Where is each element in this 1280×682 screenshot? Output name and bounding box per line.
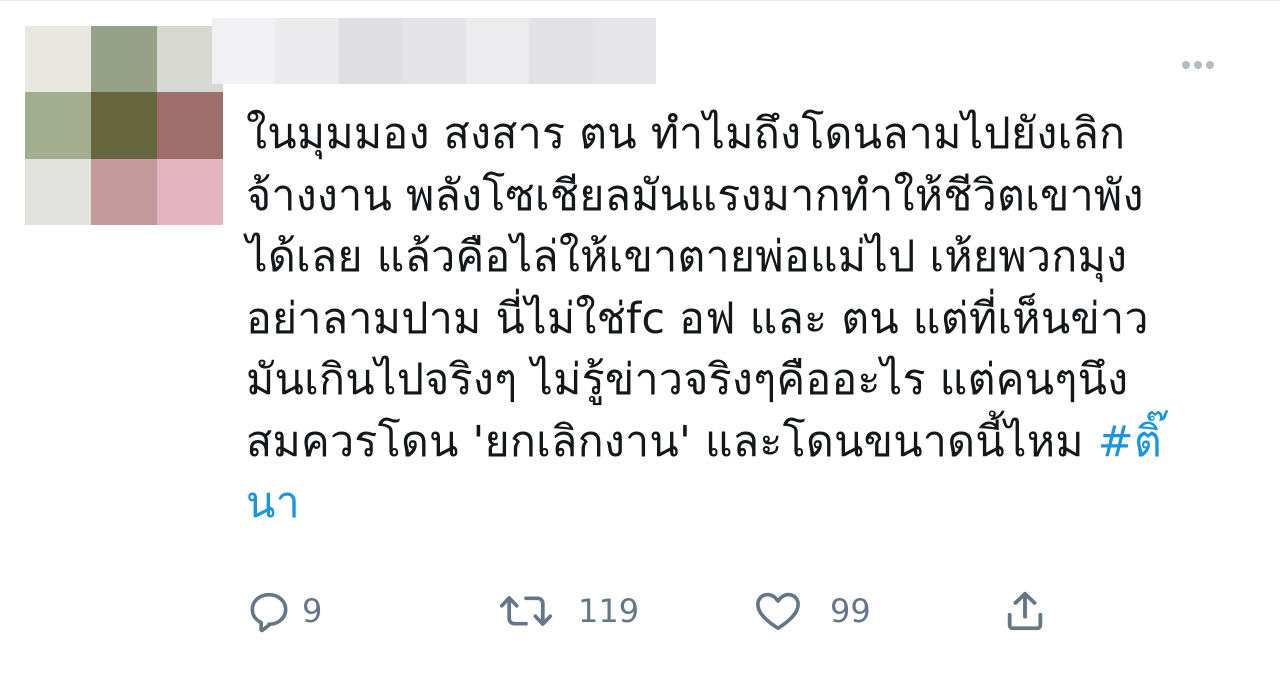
hashtag-link-continued[interactable]: นา — [246, 478, 300, 528]
blurred-user-name[interactable] — [212, 18, 656, 84]
tweet-text-line: นา — [246, 473, 1236, 535]
name-blur-block — [402, 18, 466, 84]
tweet-text-line: ได้เลย แล้วคือไล่ให้เขาตายพ่อแม่ไป เห้ยพ… — [246, 232, 1128, 282]
avatar-pixel — [91, 92, 157, 159]
tweet-text-segment: สมควรโดน 'ยกเลิกงาน' และโดนขนาดนี้ไหม — [246, 416, 1098, 467]
name-blur-block — [275, 18, 339, 84]
name-blur-block — [529, 18, 593, 84]
retweet-count: 119 — [578, 592, 640, 630]
avatar-pixel — [91, 26, 157, 92]
tweet-text: ในมุมมอง สงสาร ตน ทำไมถึงโดนลามไปยังเลิก… — [246, 104, 1236, 535]
tweet-actions: 9 119 99 — [246, 586, 1066, 636]
like-count: 99 — [830, 592, 871, 630]
more-horizontal-icon — [1194, 61, 1202, 69]
tweet-text-line: มันเกินไปจริงๆ ไม่รู้ข่าวจริงๆคืออะไร แต… — [246, 355, 1129, 405]
like-button[interactable]: 99 — [752, 586, 871, 636]
more-horizontal-icon — [1182, 61, 1190, 69]
avatar-pixel — [25, 92, 91, 159]
avatar-pixel — [25, 159, 91, 225]
tweet-text-line: จ้างงาน พลังโซเชียลมันแรงมากทำให้ชีวิตเข… — [246, 170, 1144, 221]
more-horizontal-icon — [1206, 61, 1214, 69]
share-icon — [1002, 586, 1058, 636]
heart-icon — [752, 586, 808, 636]
reply-count: 9 — [302, 592, 323, 630]
name-blur-block — [212, 18, 276, 84]
hashtag-link[interactable]: #ติ๊ — [1098, 417, 1162, 467]
avatar-pixel — [91, 159, 157, 225]
name-blur-block — [465, 18, 530, 84]
tweet-text-line-with-hashtag: สมควรโดน 'ยกเลิกงาน' และโดนขนาดนี้ไหม #ต… — [246, 412, 1236, 474]
reply-button[interactable]: 9 — [246, 586, 322, 636]
name-blur-block — [338, 18, 403, 84]
tweet-text-line: อย่าลามปาม นี่ไม่ใช่fc อฟ และ ตน แต่ที่เ… — [246, 293, 1149, 344]
retweet-icon — [498, 586, 554, 636]
tweet-card: ในมุมมอง สงสาร ตน ทำไมถึงโดนลามไปยังเลิก… — [0, 0, 1280, 682]
avatar-pixel — [25, 26, 91, 92]
share-button[interactable] — [1002, 586, 1058, 636]
retweet-button[interactable]: 119 — [498, 586, 639, 636]
avatar-pixel — [157, 92, 223, 159]
tweet-text-line: ในมุมมอง สงสาร ตน ทำไมถึงโดนลามไปยังเลิก — [246, 109, 1126, 159]
avatar-pixel — [157, 159, 223, 225]
name-blur-block — [592, 18, 656, 84]
reply-icon — [246, 586, 302, 636]
avatar[interactable] — [25, 26, 223, 225]
more-options-button[interactable] — [1168, 52, 1228, 78]
